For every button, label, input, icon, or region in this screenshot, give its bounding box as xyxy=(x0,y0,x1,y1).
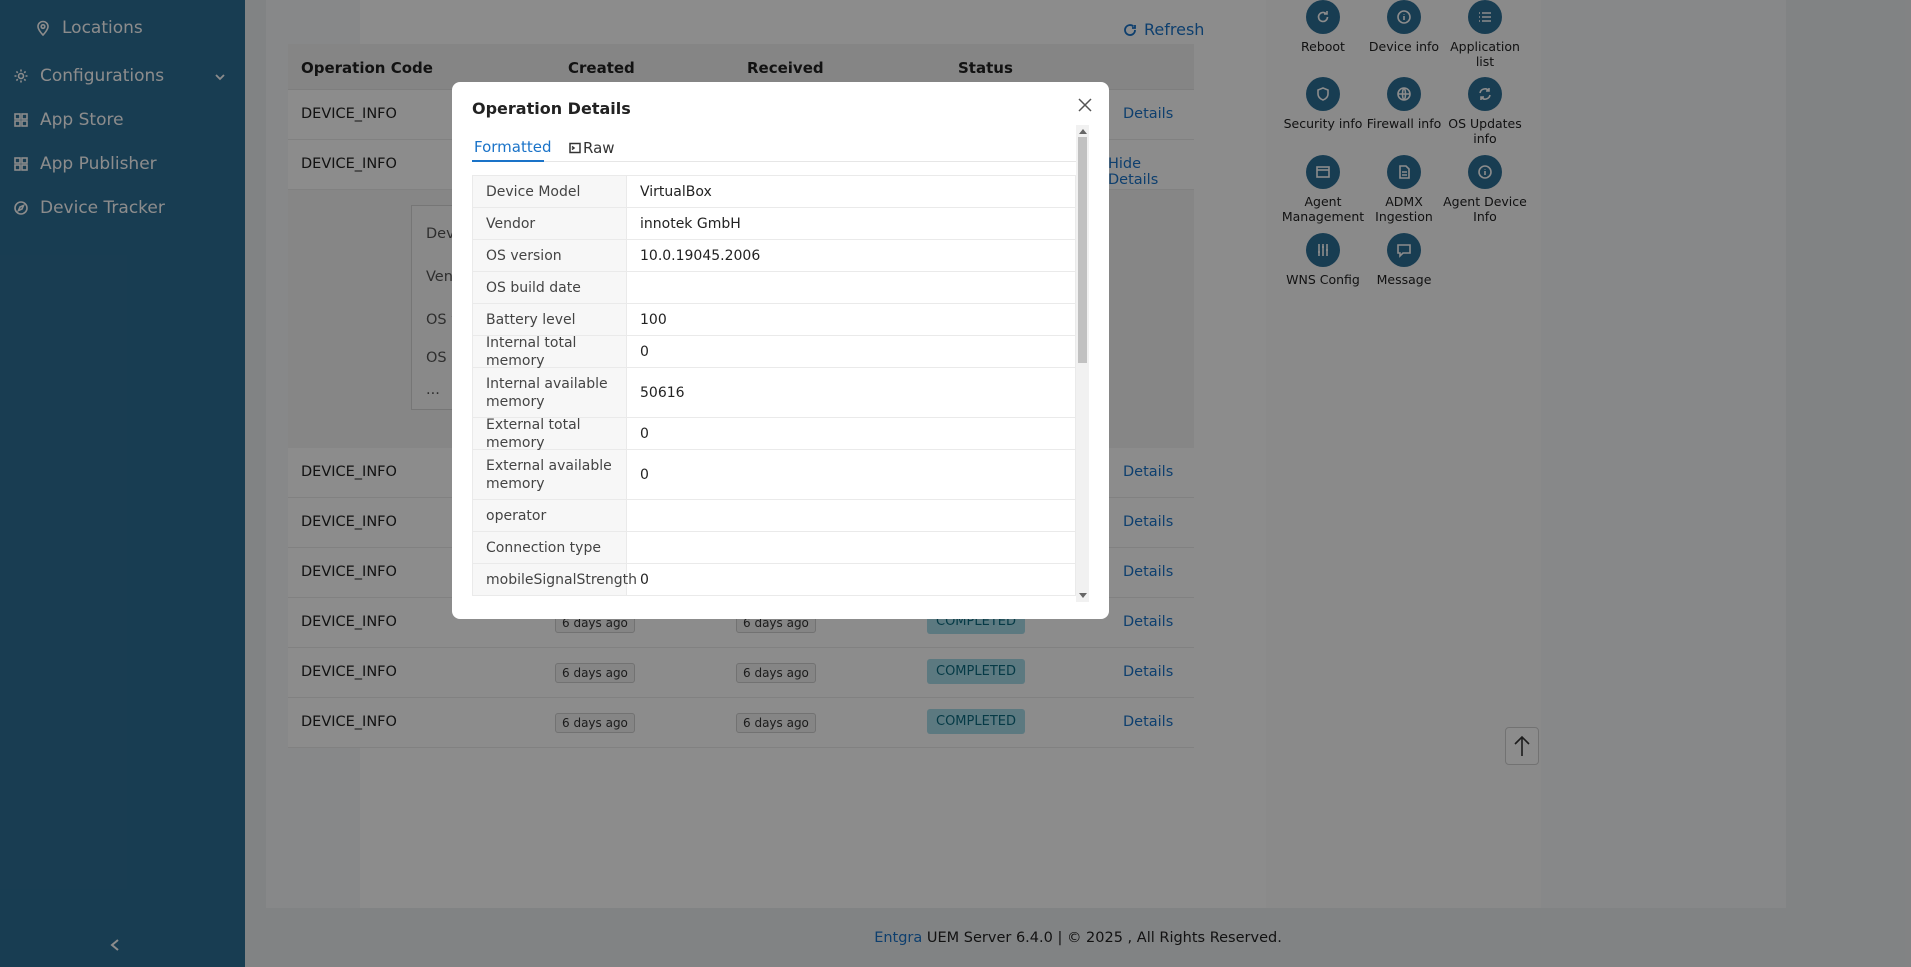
terminal-icon xyxy=(569,142,581,154)
modal-title: Operation Details xyxy=(472,99,631,118)
detail-row: Vendor innotek GmbH xyxy=(473,208,1075,240)
detail-row: Device Model VirtualBox xyxy=(473,176,1075,208)
detail-value xyxy=(627,500,1075,531)
detail-value: 0 xyxy=(640,466,649,483)
modal-scrollbar[interactable] xyxy=(1076,125,1089,602)
detail-value: 100 xyxy=(640,311,667,328)
details-table: Device Model VirtualBox Vendor innotek Gmb… xyxy=(472,175,1076,596)
detail-label: OS build date xyxy=(473,272,627,303)
detail-label: Vendor xyxy=(473,208,627,239)
scroll-down-arrow-icon[interactable] xyxy=(1079,593,1087,598)
detail-row: OS version 10.0.19045.2006 xyxy=(473,240,1075,272)
detail-value: 50616 xyxy=(640,384,685,401)
detail-label: OS version xyxy=(473,240,627,271)
detail-row: Internal total memory 0 xyxy=(473,335,1075,369)
scrollbar-thumb[interactable] xyxy=(1078,137,1087,363)
detail-value: 0 xyxy=(640,425,649,442)
scroll-up-arrow-icon[interactable] xyxy=(1079,129,1087,134)
detail-row: Connection type xyxy=(473,532,1075,564)
detail-label: Device Model xyxy=(473,176,627,207)
detail-label: mobileSignalStrength xyxy=(473,564,637,595)
tab-raw[interactable]: Raw xyxy=(569,134,615,162)
detail-label: operator xyxy=(473,500,627,531)
close-button[interactable] xyxy=(1077,97,1095,115)
detail-row: External total memory 0 xyxy=(473,417,1075,451)
detail-label: External available memory xyxy=(473,450,627,499)
detail-label: Battery level xyxy=(473,304,627,335)
detail-value: 0 xyxy=(640,571,649,588)
detail-row: External available memory 0 xyxy=(473,450,1075,500)
detail-value: VirtualBox xyxy=(640,183,712,200)
detail-label: External total memory xyxy=(473,417,627,451)
detail-value: innotek GmbH xyxy=(640,215,741,232)
detail-row: Internal available memory 50616 xyxy=(473,368,1075,418)
detail-value xyxy=(627,532,1075,563)
detail-label: Internal available memory xyxy=(473,368,627,417)
tab-formatted[interactable]: Formatted xyxy=(472,134,552,162)
detail-row: OS build date xyxy=(473,272,1075,304)
detail-value xyxy=(627,272,1075,303)
detail-row: Battery level 100 xyxy=(473,304,1075,336)
detail-row: mobileSignalStrength 0 xyxy=(473,564,1075,595)
detail-value: 10.0.19045.2006 xyxy=(640,247,761,264)
detail-row: operator xyxy=(473,500,1075,532)
detail-label: Internal total memory xyxy=(473,335,627,369)
detail-value: 0 xyxy=(640,343,649,360)
close-icon xyxy=(1078,98,1092,112)
modal-tabs: Formatted Raw xyxy=(472,134,1076,162)
operation-details-modal: Operation Details Formatted Raw Device M… xyxy=(452,82,1109,619)
detail-label: Connection type xyxy=(473,532,627,563)
